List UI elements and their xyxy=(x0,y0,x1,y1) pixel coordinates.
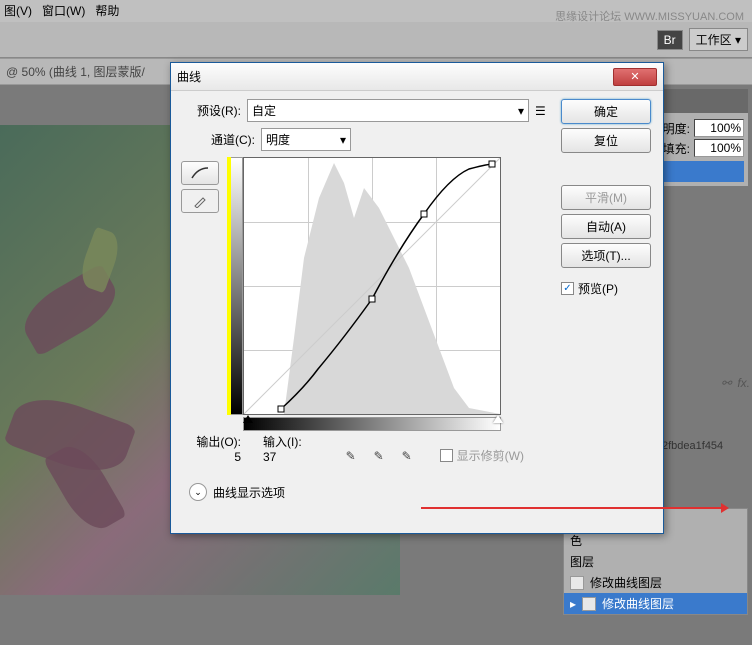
menu-view[interactable]: 图(V) xyxy=(4,2,32,20)
auto-button[interactable]: 自动(A) xyxy=(561,214,651,239)
history-item[interactable]: 图层 xyxy=(564,551,747,572)
options-bar: Br 工作区 ▾ xyxy=(0,22,752,58)
smooth-button[interactable]: 平滑(M) xyxy=(561,185,651,210)
reset-button[interactable]: 复位 xyxy=(561,128,651,153)
history-icon xyxy=(582,597,596,611)
eyedropper-white-icon[interactable]: ✎ xyxy=(398,447,416,465)
white-point-slider[interactable] xyxy=(493,415,503,423)
pencil-icon xyxy=(193,194,207,208)
menu-window[interactable]: 窗口(W) xyxy=(42,2,85,20)
input-gradient xyxy=(243,417,501,431)
output-label: 输出(O): xyxy=(181,433,241,450)
dialog-titlebar[interactable]: 曲线 ✕ xyxy=(171,63,663,91)
history-item[interactable]: 修改曲线图层 xyxy=(564,572,747,593)
preset-menu-icon[interactable]: ☰ xyxy=(535,104,551,118)
preview-checkbox[interactable]: ✓ xyxy=(561,282,574,295)
output-axis-highlight xyxy=(227,157,231,415)
pencil-tool-button[interactable] xyxy=(181,189,219,213)
channel-select[interactable]: 明度▾ xyxy=(261,128,351,151)
fill-input[interactable]: 100% xyxy=(694,139,744,157)
chevron-down-icon: ▾ xyxy=(340,133,346,147)
preset-select[interactable]: 自定▾ xyxy=(247,99,529,122)
menu-help[interactable]: 帮助 xyxy=(95,2,119,20)
channel-label: 通道(C): xyxy=(205,131,255,148)
output-value: 5 xyxy=(181,450,241,464)
annotation-arrow xyxy=(421,507,721,509)
preview-label: 预览(P) xyxy=(578,280,618,297)
dialog-title: 曲线 xyxy=(177,68,201,85)
ok-button[interactable]: 确定 xyxy=(561,99,651,124)
play-icon: ▸ xyxy=(570,597,576,611)
expand-options-button[interactable]: ⌄ xyxy=(189,483,207,501)
options-button[interactable]: 选项(T)... xyxy=(561,243,651,268)
eyedropper-black-icon[interactable]: ✎ xyxy=(342,447,360,465)
curve-line xyxy=(244,158,500,414)
black-point-slider[interactable] xyxy=(243,415,253,423)
display-options-label: 曲线显示选项 xyxy=(213,484,285,501)
curves-dialog: 曲线 ✕ 预设(R): 自定▾ ☰ 通道(C): 明度▾ xyxy=(170,62,664,534)
fx-icon[interactable]: fx. xyxy=(737,376,750,390)
show-clipping-checkbox[interactable] xyxy=(440,449,453,462)
chevron-down-icon: ▾ xyxy=(518,104,524,118)
input-value: 37 xyxy=(263,450,302,464)
watermark: 思缘设计论坛 WWW.MISSYUAN.COM xyxy=(555,8,744,24)
chevron-down-icon: ▾ xyxy=(735,33,741,47)
input-label: 输入(I): xyxy=(263,433,302,450)
link-icon[interactable]: ⚯ xyxy=(721,376,731,390)
eyedropper-gray-icon[interactable]: ✎ xyxy=(370,447,388,465)
fill-label: 填充: xyxy=(663,140,690,157)
output-gradient xyxy=(229,157,243,415)
curve-grid[interactable] xyxy=(243,157,501,415)
history-icon xyxy=(570,576,584,590)
history-item-selected[interactable]: ▸ 修改曲线图层 xyxy=(564,593,747,614)
close-button[interactable]: ✕ xyxy=(613,68,657,86)
bridge-button[interactable]: Br xyxy=(657,30,683,50)
show-clipping-label: 显示修剪(W) xyxy=(457,447,524,464)
curve-icon xyxy=(190,166,210,180)
preset-label: 预设(R): xyxy=(181,102,241,119)
curve-tool-button[interactable] xyxy=(181,161,219,185)
opacity-input[interactable]: 100% xyxy=(694,119,744,137)
workspace-dropdown[interactable]: 工作区 ▾ xyxy=(689,28,748,51)
